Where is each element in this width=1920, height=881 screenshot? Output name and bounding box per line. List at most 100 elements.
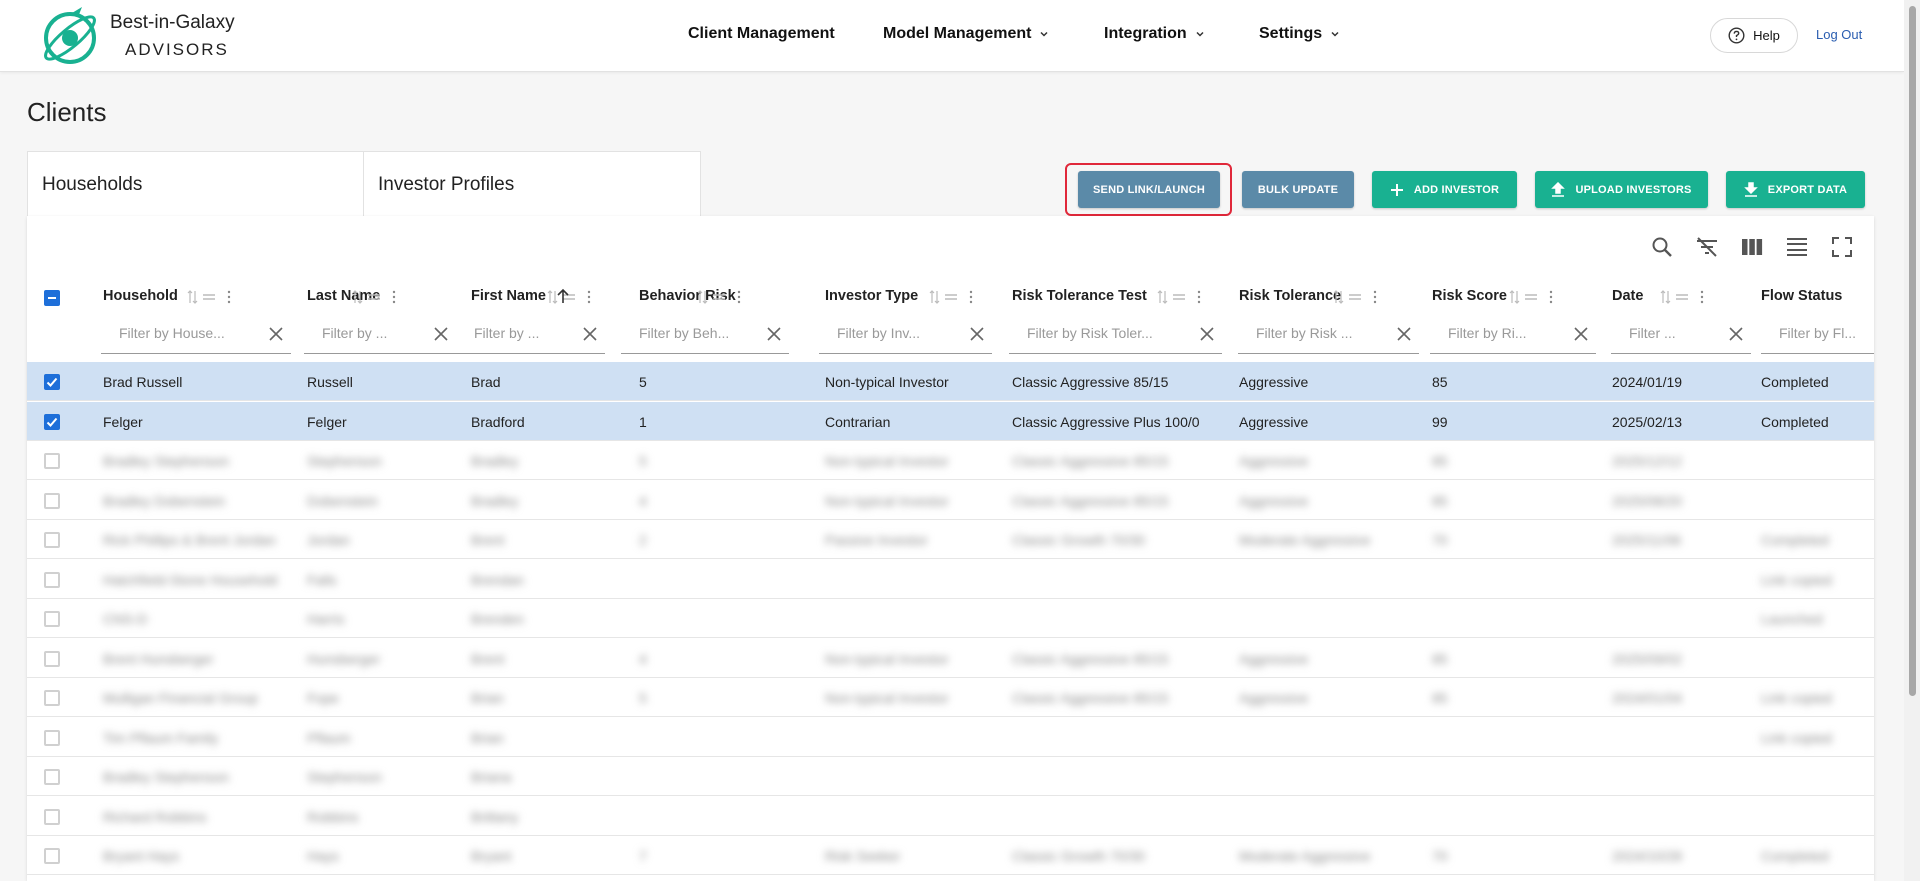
tab-investor-profiles[interactable]: Investor Profiles <box>364 152 700 216</box>
table-row[interactable]: Mulligan Financial Group Fope Brian 5 Non-ty… <box>27 678 1874 717</box>
nav-label: Client Management <box>688 25 835 42</box>
sort-menu-icon[interactable] <box>187 289 245 305</box>
column-header[interactable]: Risk Tolerance Test <box>1012 288 1147 304</box>
column-filter-input[interactable]: Filter by ... <box>456 316 605 354</box>
columns-icon[interactable] <box>1739 234 1765 260</box>
table-row[interactable]: Bryant Hays Hays Bryant 7 Risk Seeker Classic… <box>27 836 1874 875</box>
help-button[interactable]: Help <box>1710 18 1798 53</box>
column-header[interactable]: Risk Score <box>1432 288 1507 304</box>
sort-menu-icon[interactable] <box>1509 289 1567 305</box>
column-filter-input[interactable]: Filter by Beh... <box>621 316 789 354</box>
column-header[interactable]: Flow Status <box>1761 288 1842 304</box>
export-data-button[interactable]: EXPORT DATA <box>1726 171 1865 208</box>
filter-placeholder: Filter by Fl... <box>1779 325 1857 341</box>
clear-filter-icon[interactable] <box>1200 327 1214 341</box>
column-controls[interactable] <box>1157 289 1215 305</box>
sort-menu-icon[interactable] <box>1333 289 1391 305</box>
sort-menu-icon[interactable] <box>352 289 410 305</box>
column-filter-input[interactable]: Filter by Fl... <box>1761 316 1874 354</box>
row-checkbox[interactable] <box>44 690 60 706</box>
sort-menu-icon[interactable] <box>1157 289 1215 305</box>
row-checkbox[interactable] <box>44 848 60 864</box>
column-filter-input[interactable]: Filter by Ri... <box>1430 316 1596 354</box>
nav-client-management[interactable]: Client Management <box>688 25 835 43</box>
nav-integration[interactable]: Integration <box>1104 25 1205 43</box>
column-filter-input[interactable]: Filter by Risk ... <box>1238 316 1419 354</box>
table-row[interactable]: Tim Pflaum Family Pflaum Brian Link copied <box>27 718 1874 757</box>
row-checkbox[interactable] <box>44 808 60 825</box>
table-row[interactable]: Bradley Stephenson Stephenson Briana <box>27 757 1874 796</box>
clear-filter-icon[interactable] <box>583 327 597 341</box>
table-row[interactable]: Bradley Stephenson Stephenson Bradley 5 Non-… <box>27 441 1874 480</box>
column-controls[interactable] <box>187 289 245 305</box>
column-controls[interactable] <box>1509 289 1567 305</box>
row-checkbox[interactable] <box>44 571 60 588</box>
upload-investors-button[interactable]: UPLOAD INVESTORS <box>1535 171 1708 208</box>
logout-link[interactable]: Log Out <box>1816 27 1862 42</box>
investor-table: Household Filter by House... Last Name Filt… <box>27 216 1874 881</box>
nav-settings[interactable]: Settings <box>1259 25 1340 43</box>
density-icon[interactable] <box>1784 234 1810 260</box>
table-cell: Non-typical Investor <box>825 374 949 390</box>
table-row[interactable]: Richard Robbins Robbins Brittany <box>27 797 1874 836</box>
sort-menu-icon[interactable] <box>929 289 987 305</box>
select-all-checkbox[interactable] <box>44 290 60 306</box>
send-link-launch-button[interactable]: SEND LINK/LAUNCH <box>1078 171 1220 208</box>
clear-filter-icon[interactable] <box>1729 327 1743 341</box>
row-checkbox[interactable] <box>44 374 60 390</box>
page-scrollbar[interactable] <box>1904 0 1920 881</box>
scrollbar-thumb[interactable] <box>1909 6 1916 696</box>
table-row[interactable]: Brad Russell Russell Brad 5 Non-typical Inve… <box>27 362 1874 401</box>
clear-filter-icon[interactable] <box>434 327 448 341</box>
row-checkbox[interactable] <box>44 729 60 746</box>
column-filter-input[interactable]: Filter ... <box>1611 316 1751 354</box>
search-icon[interactable] <box>1649 234 1675 260</box>
tab-households[interactable]: Households <box>28 152 364 216</box>
table-cell: 7 <box>639 848 647 864</box>
column-header[interactable]: First Name <box>471 288 546 304</box>
column-header[interactable]: Date <box>1612 288 1643 304</box>
add-investor-button[interactable]: ADD INVESTOR <box>1372 171 1517 208</box>
column-header[interactable]: Investor Type <box>825 288 918 304</box>
clear-filter-icon[interactable] <box>970 327 984 341</box>
table-row[interactable]: Bradley Dobenstein Dobenstein Bradley 4 Non-… <box>27 481 1874 520</box>
bulk-update-button[interactable]: BULK UPDATE <box>1242 171 1354 208</box>
sort-ascending-icon[interactable] <box>555 288 571 309</box>
fullscreen-icon[interactable] <box>1829 234 1855 260</box>
column-filter-input[interactable]: Filter by Inv... <box>819 316 992 354</box>
column-header[interactable]: Household <box>103 288 178 304</box>
nav-model-management[interactable]: Model Management <box>883 25 1049 43</box>
sort-menu-icon[interactable] <box>697 289 755 305</box>
table-row[interactable]: Hatchfield-Stone Household Falls Brendan Li… <box>27 560 1874 599</box>
row-checkbox[interactable] <box>44 453 60 469</box>
row-checkbox[interactable] <box>44 413 60 430</box>
table-row[interactable]: Felger Felger Bradford 1 Contrarian Classic A… <box>27 401 1874 441</box>
column-controls[interactable] <box>697 289 755 305</box>
galaxy-logo-icon[interactable] <box>38 5 102 67</box>
row-checkbox[interactable] <box>44 769 60 785</box>
sort-menu-icon[interactable] <box>1660 289 1718 305</box>
clear-filter-icon[interactable] <box>767 327 781 341</box>
table-cell: 2024/10/28 <box>1612 848 1683 864</box>
column-filter-input[interactable]: Filter by House... <box>101 316 291 354</box>
table-row[interactable]: Rick Phillips & Brent Jordan Jordan Brent 2… <box>27 520 1874 559</box>
column-controls[interactable] <box>929 289 987 305</box>
table-cell: Aggressive <box>1239 413 1309 430</box>
table-row[interactable]: Brent Hunsberger Hunsberger Brent 4 Non-typi… <box>27 639 1874 678</box>
row-checkbox[interactable] <box>44 650 60 667</box>
table-cell: Non-typical Investor <box>825 453 949 469</box>
clear-filter-icon[interactable] <box>269 327 283 341</box>
column-header[interactable]: Risk Tolerance <box>1239 288 1341 304</box>
row-checkbox[interactable] <box>44 532 60 548</box>
clear-filter-icon[interactable] <box>1397 327 1411 341</box>
row-checkbox[interactable] <box>44 611 60 627</box>
clear-filter-icon[interactable] <box>1694 234 1720 260</box>
column-controls[interactable] <box>1660 289 1718 305</box>
row-checkbox[interactable] <box>44 492 60 509</box>
table-row[interactable]: CNS-D Harris Brenden Launched <box>27 599 1874 638</box>
column-controls[interactable] <box>1333 289 1391 305</box>
clear-filter-icon[interactable] <box>1574 327 1588 341</box>
column-filter-input[interactable]: Filter by ... <box>304 316 456 354</box>
column-filter-input[interactable]: Filter by Risk Toler... <box>1009 316 1222 354</box>
column-controls[interactable] <box>352 289 410 305</box>
